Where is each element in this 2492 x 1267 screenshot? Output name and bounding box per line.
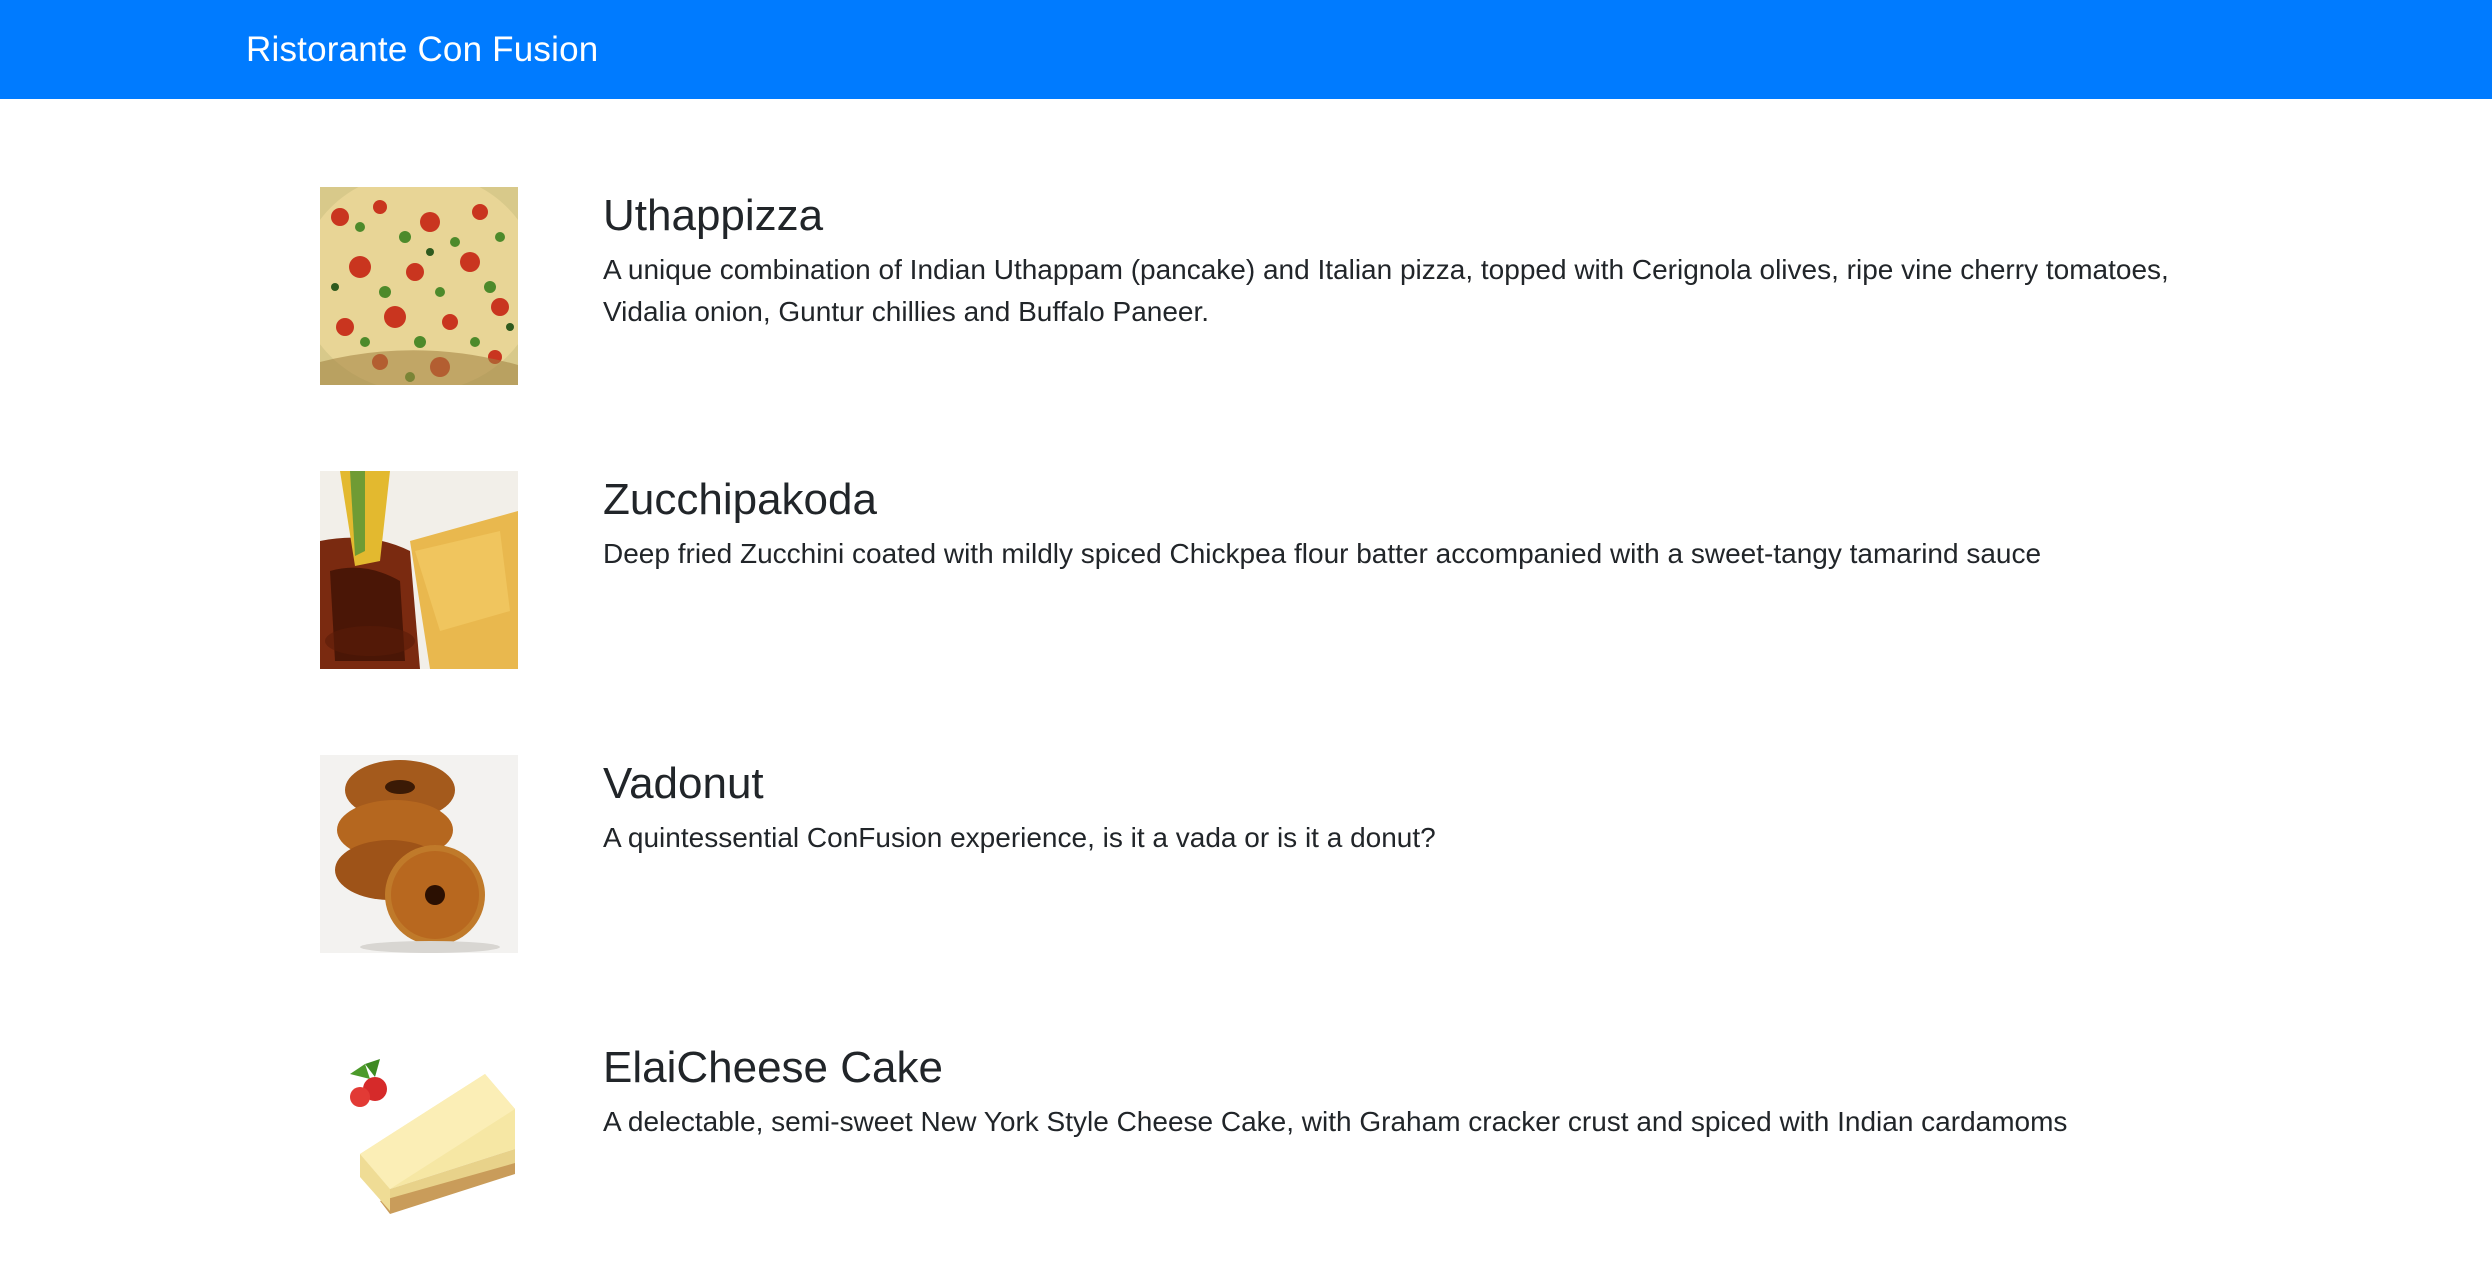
list-item: Zucchipakoda Deep fried Zucchini coated … bbox=[320, 471, 2270, 671]
dish-description: Deep fried Zucchini coated with mildly s… bbox=[603, 538, 2042, 569]
media-body: ElaiCheese Cake A delectable, semi-sweet… bbox=[603, 1039, 2253, 1143]
pizza-image[interactable] bbox=[320, 187, 518, 385]
menu-list: Uthappizza A unique combination of India… bbox=[0, 0, 2492, 1267]
list-item: ElaiCheese Cake A delectable, semi-sweet… bbox=[320, 1039, 2270, 1239]
dish-name: Zucchipakoda bbox=[603, 475, 877, 524]
media-body: Zucchipakoda Deep fried Zucchini coated … bbox=[603, 471, 2253, 575]
dish-description: A unique combination of Indian Uthappam … bbox=[603, 254, 2169, 327]
list-item: Vadonut A quintessential ConFusion exper… bbox=[320, 755, 2270, 955]
dish-name: Uthappizza bbox=[603, 191, 824, 240]
list-item: Uthappizza A unique combination of India… bbox=[320, 187, 2270, 387]
cheesecake-image[interactable] bbox=[320, 1039, 518, 1237]
media-body: Uthappizza A unique combination of India… bbox=[603, 187, 2253, 333]
vadonut-image[interactable] bbox=[320, 755, 518, 953]
dish-description: A quintessential ConFusion experience, i… bbox=[603, 822, 1436, 853]
dish-name: Vadonut bbox=[603, 759, 764, 808]
zucchini-pakoda-image[interactable] bbox=[320, 471, 518, 669]
dish-name: ElaiCheese Cake bbox=[603, 1043, 943, 1092]
dish-description: A delectable, semi-sweet New York Style … bbox=[603, 1106, 2068, 1137]
media-body: Vadonut A quintessential ConFusion exper… bbox=[603, 755, 2253, 859]
